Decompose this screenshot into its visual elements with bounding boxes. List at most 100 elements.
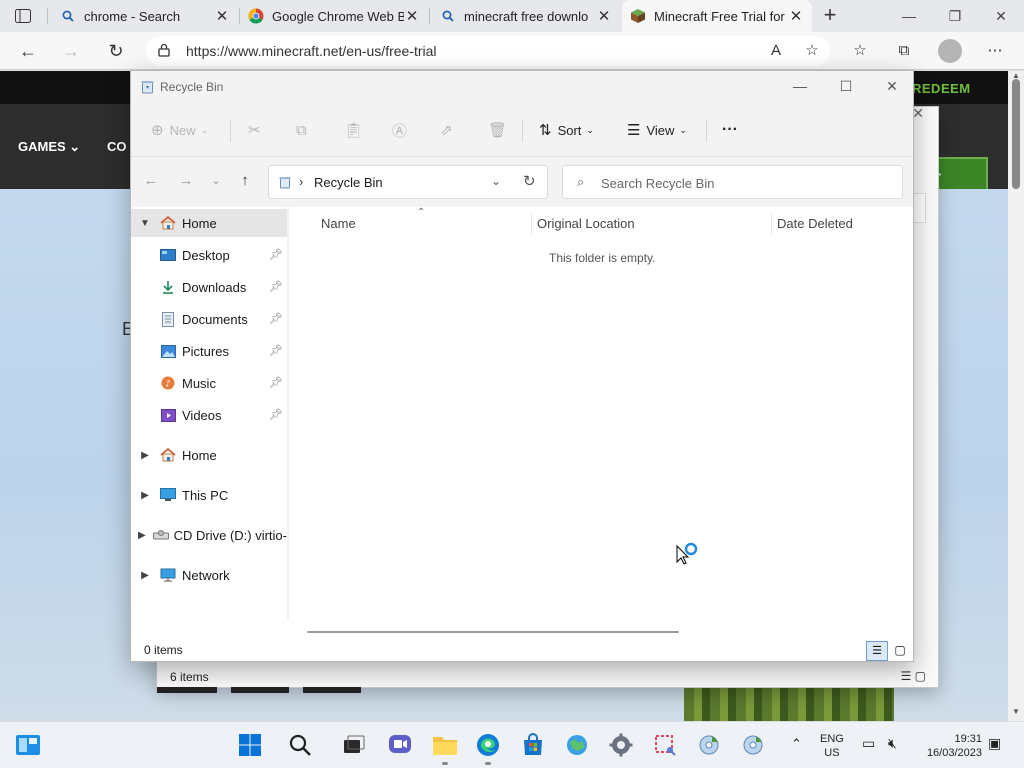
- pin-icon[interactable]: 📌︎: [269, 408, 283, 421]
- nav-community[interactable]: CO: [107, 139, 127, 154]
- sidebar-item-music[interactable]: ♪ Music 📌︎: [159, 369, 287, 397]
- tab-actions-icon[interactable]: [8, 6, 38, 26]
- pin-icon[interactable]: 📌︎: [269, 280, 283, 293]
- horizontal-scrollbar[interactable]: [291, 627, 913, 639]
- search-input[interactable]: [601, 173, 891, 193]
- pin-icon[interactable]: 📌︎: [269, 376, 283, 389]
- close-window-button[interactable]: ✕: [869, 71, 915, 103]
- close-icon[interactable]: ✕: [912, 105, 924, 122]
- installer-app-icon-2[interactable]: [739, 731, 767, 759]
- maps-app-icon[interactable]: [563, 731, 591, 759]
- page-scrollbar[interactable]: ▲ ▼: [1008, 71, 1024, 721]
- show-hidden-icons-chevron-icon[interactable]: ⌃: [791, 737, 802, 751]
- sidebar-item-cd-drive[interactable]: ▶ CD Drive (D:) virtio-: [131, 521, 287, 549]
- pin-icon[interactable]: 📌︎: [269, 312, 283, 325]
- column-header-name[interactable]: Name: [321, 216, 356, 231]
- rename-button[interactable]: Ⓐ: [392, 116, 413, 144]
- up-arrow-icon[interactable]: ↑: [235, 172, 255, 189]
- chevron-right-icon[interactable]: ▶: [131, 490, 159, 501]
- forward-button[interactable]: →: [58, 39, 84, 63]
- close-tab-icon[interactable]: ✕: [788, 7, 804, 25]
- redeem-link[interactable]: REDEEM: [912, 81, 971, 96]
- restore-button[interactable]: ❐: [932, 0, 978, 32]
- pin-icon[interactable]: 📌︎: [269, 344, 283, 357]
- pane-divider[interactable]: [287, 207, 289, 621]
- sidebar-item-home[interactable]: ▼ Home: [131, 209, 287, 237]
- column-header-original-location[interactable]: Original Location: [537, 216, 635, 231]
- sidebar-item-desktop[interactable]: Desktop 📌︎: [159, 241, 287, 269]
- tab-chrome-web-store[interactable]: Google Chrome Web Br ✕: [240, 0, 428, 32]
- refresh-button[interactable]: ↻: [103, 39, 129, 63]
- close-tab-icon[interactable]: ✕: [214, 7, 230, 25]
- share-button[interactable]: ⇗: [440, 116, 459, 144]
- network-status-icon[interactable]: ▭: [862, 736, 875, 750]
- cut-button[interactable]: ✂: [248, 116, 267, 144]
- recent-locations-icon[interactable]: ⌄: [206, 174, 226, 187]
- search-box[interactable]: ⌕: [562, 165, 903, 199]
- close-tab-icon[interactable]: ✕: [596, 7, 612, 25]
- refresh-icon[interactable]: ↻: [523, 172, 536, 190]
- sidebar-item-pictures[interactable]: Pictures 📌︎: [159, 337, 287, 365]
- add-favorite-icon[interactable]: ☆: [802, 41, 822, 61]
- delete-button[interactable]: 🗑︎: [488, 116, 513, 144]
- tab-minecraft-free-trial[interactable]: Minecraft Free Trial for ✕: [622, 0, 812, 32]
- pin-icon[interactable]: 📌︎: [269, 248, 283, 261]
- maximize-button[interactable]: ☐: [823, 71, 869, 103]
- sidebar-item-downloads[interactable]: Downloads 📌︎: [159, 273, 287, 301]
- scrollbar-thumb[interactable]: [1012, 79, 1020, 189]
- search-icon[interactable]: [286, 731, 314, 759]
- language-indicator[interactable]: ENG US: [820, 732, 844, 760]
- column-separator[interactable]: [771, 213, 772, 235]
- microsoft-store-icon[interactable]: [519, 731, 547, 759]
- window-title-bar[interactable]: Recycle Bin — ☐ ✕: [131, 71, 913, 103]
- chevron-right-icon[interactable]: ▶: [131, 450, 159, 461]
- address-box[interactable]: › Recycle Bin ⌄ ↻: [268, 165, 548, 199]
- more-options-button[interactable]: ···: [722, 116, 738, 144]
- column-separator[interactable]: [531, 213, 532, 235]
- nav-games[interactable]: GAMES ⌄: [18, 139, 80, 155]
- chevron-right-icon[interactable]: ›: [299, 174, 303, 189]
- volume-muted-icon[interactable]: 🔇︎: [888, 736, 897, 750]
- details-view-icon[interactable]: ☰: [866, 641, 888, 661]
- task-view-icon[interactable]: [340, 731, 368, 759]
- scrollbar-thumb[interactable]: [307, 631, 679, 633]
- chevron-down-icon[interactable]: ▼: [131, 218, 159, 229]
- file-explorer-icon[interactable]: [431, 731, 459, 765]
- column-header-date-deleted[interactable]: Date Deleted: [777, 216, 853, 231]
- large-icons-view-icon[interactable]: ▢: [890, 641, 910, 661]
- minimize-button[interactable]: —: [886, 0, 932, 32]
- notifications-icon[interactable]: ▣: [988, 736, 1001, 750]
- collections-icon[interactable]: ⧉: [894, 41, 914, 61]
- back-arrow-icon[interactable]: ←: [141, 172, 161, 189]
- chevron-down-icon[interactable]: ⌄: [491, 174, 501, 188]
- close-window-button[interactable]: ✕: [978, 0, 1024, 32]
- new-button[interactable]: ⊕ New ⌄: [151, 116, 208, 144]
- new-tab-button[interactable]: +: [818, 4, 842, 28]
- sidebar-item-videos[interactable]: Videos 📌︎: [159, 401, 287, 429]
- close-tab-icon[interactable]: ✕: [404, 7, 420, 25]
- edge-icon[interactable]: [474, 731, 502, 765]
- back-button[interactable]: ←: [15, 39, 41, 63]
- chevron-right-icon[interactable]: ▶: [131, 570, 159, 581]
- url-field[interactable]: https://www.minecraft.net/en-us/free-tri…: [146, 36, 830, 66]
- clock[interactable]: 19:31 16/03/2023: [920, 732, 982, 760]
- scroll-down-icon[interactable]: ▼: [1008, 707, 1024, 716]
- minimize-button[interactable]: —: [777, 71, 823, 103]
- paste-button[interactable]: 📋︎: [344, 116, 369, 144]
- start-icon[interactable]: [236, 731, 264, 759]
- chevron-right-icon[interactable]: ▶: [131, 530, 153, 541]
- snipping-tool-icon[interactable]: [651, 731, 679, 759]
- tab-minecraft-download-search[interactable]: minecraft free downlo ✕: [432, 0, 620, 32]
- sidebar-item-network[interactable]: ▶ Network: [131, 561, 287, 589]
- chat-icon[interactable]: [386, 731, 414, 759]
- view-button[interactable]: ☰ View ⌄: [627, 116, 687, 144]
- settings-gear-icon[interactable]: [607, 731, 635, 759]
- sort-button[interactable]: ⇅ Sort ⌄: [539, 116, 594, 144]
- sidebar-item-this-pc[interactable]: ▶ This PC: [131, 481, 287, 509]
- view-toggle-icons[interactable]: ☰ ▢: [901, 669, 926, 683]
- more-menu-icon[interactable]: ⋯: [985, 41, 1005, 61]
- forward-arrow-icon[interactable]: →: [176, 172, 196, 189]
- favorites-icon[interactable]: ☆: [850, 41, 870, 61]
- copy-button[interactable]: ⧉: [296, 116, 313, 144]
- profile-avatar[interactable]: [938, 39, 962, 63]
